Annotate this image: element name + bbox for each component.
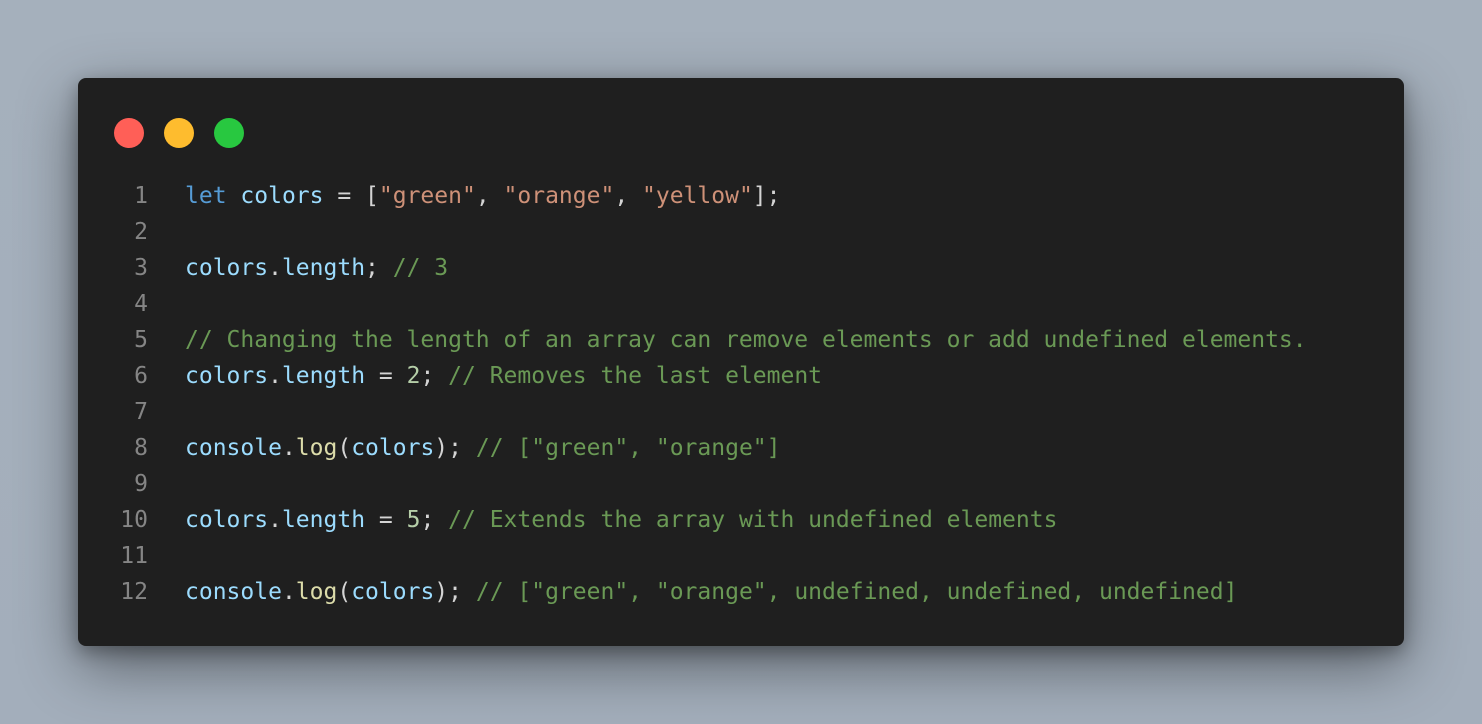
line-number: 6 [134,363,148,389]
code-token: 5 [406,507,421,533]
code-token: console [185,435,282,461]
line-content: // Changing the length of an array can r… [185,322,1307,358]
code-line: 6 colors.length = 2; // Removes the last … [78,358,1404,394]
line-content: console.log(colors); // ["green", "orang… [185,574,1237,610]
code-line: 8 console.log(colors); // ["green", "oran… [78,430,1404,466]
code-token: colors [185,363,269,389]
code-token: ); [434,435,476,461]
line-number: 4 [134,291,148,317]
line-number: 2 [134,219,148,245]
code-token: . [281,579,296,605]
code-token: // 3 [392,255,449,281]
code-token: length [281,255,366,281]
line-number: 5 [134,327,148,353]
code-token: ( [337,579,352,605]
code-token: colors [351,579,435,605]
zoom-button[interactable] [214,118,244,148]
code-line: 3 colors.length; // 3 [78,250,1404,286]
code-token: . [268,363,282,389]
code-line: 10 colors.length = 5; // Extends the arra… [78,502,1404,538]
code-token: colors [185,255,269,281]
code-token: // Removes the last element [448,363,823,389]
code-line: 5 // Changing the length of an array can … [78,322,1404,358]
code-token: ; [365,255,393,281]
code-window: 1 let colors = ["green", "orange", "yello… [78,78,1404,646]
line-number: 8 [134,435,148,461]
line-content: colors.length = 5; // Extends the array … [185,502,1057,538]
code-token: log [295,435,338,461]
code-token: = [ [323,183,379,209]
code-line: 1 let colors = ["green", "orange", "yello… [78,178,1404,214]
line-number: 10 [120,507,148,533]
code-token: = [365,507,407,533]
line-number: 1 [134,183,148,209]
code-line: 4 [78,286,1404,322]
close-button[interactable] [114,118,144,148]
code-line: 7 [78,394,1404,430]
code-token: length [281,507,366,533]
code-token: ); [434,579,476,605]
code-token: , [614,183,643,209]
line-content: let colors = ["green", "orange", "yellow… [185,178,781,214]
code-token: // ["green", "orange"] [475,435,781,461]
code-token: colors [351,435,435,461]
code-token: = [365,363,407,389]
code-token: "yellow" [642,183,753,209]
code-token: "orange" [503,183,615,209]
line-number: 7 [134,399,148,425]
code-line: 12 console.log(colors); // ["green", "ora… [78,574,1404,610]
line-content: colors.length = 2; // Removes the last e… [185,358,822,394]
code-token: ]; [752,183,781,209]
code-token: ( [337,435,352,461]
code-token: ; [420,363,449,389]
code-token: // Changing the length of an array can r… [185,327,1307,353]
code-token: length [281,363,366,389]
line-number: 3 [134,255,148,281]
minimize-button[interactable] [164,118,194,148]
code-token: . [268,507,282,533]
line-number: 11 [120,543,148,569]
code-line: 11 [78,538,1404,574]
code-token: . [281,435,296,461]
code-token: colors [240,183,324,209]
line-number: 12 [120,579,148,605]
code-token: log [295,579,338,605]
code-line: 9 [78,466,1404,502]
line-content: colors.length; // 3 [185,250,448,286]
code-token: colors [185,507,269,533]
code-token: , [475,183,504,209]
code-token: // ["green", "orange", undefined, undefi… [475,579,1238,605]
window-controls [114,118,244,148]
code-token: let [185,183,227,209]
code-token: ; [420,507,449,533]
code-token: "green" [378,183,476,209]
code-token: 2 [406,363,421,389]
line-number: 9 [134,471,148,497]
code-token: . [268,255,282,281]
code-editor[interactable]: 1 let colors = ["green", "orange", "yello… [78,178,1404,610]
code-token: // Extends the array with undefined elem… [448,507,1058,533]
line-content: console.log(colors); // ["green", "orang… [185,430,780,466]
code-line: 2 [78,214,1404,250]
code-token: console [185,579,282,605]
